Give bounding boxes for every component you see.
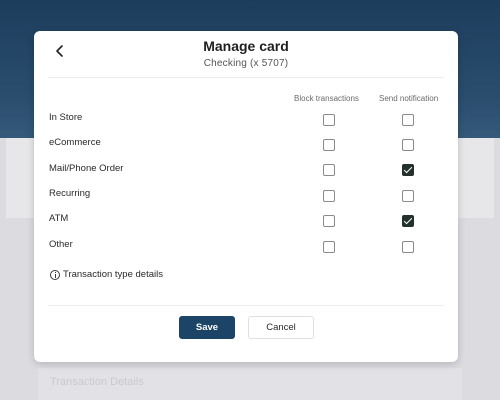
- block-checkbox-in-store[interactable]: [323, 114, 335, 126]
- notify-checkbox-ecommerce[interactable]: [402, 139, 414, 151]
- row-label-other: Other: [49, 239, 73, 250]
- row-label-recurring: Recurring: [49, 188, 91, 199]
- cancel-button[interactable]: Cancel: [248, 316, 314, 339]
- dialog-title: Manage card: [203, 38, 289, 54]
- save-button[interactable]: Save: [179, 316, 235, 339]
- column-header-block: Block transactions: [294, 94, 359, 103]
- footer-divider: [48, 305, 444, 306]
- notify-checkbox-other[interactable]: [402, 241, 414, 253]
- background-card: [6, 138, 36, 218]
- header-divider: [48, 77, 444, 78]
- block-checkbox-other[interactable]: [323, 241, 335, 253]
- background-card-text: Transaction Details: [50, 376, 144, 388]
- row-label-mail-phone-order: Mail/Phone Order: [49, 163, 124, 174]
- manage-card-dialog: Manage card Checking (x 5707) Block tran…: [34, 31, 458, 362]
- row-label-in-store: In Store: [49, 112, 83, 123]
- dialog-subtitle: Checking (x 5707): [203, 58, 289, 69]
- notify-checkbox-recurring[interactable]: [402, 190, 414, 202]
- background-card: Transaction Details: [38, 368, 462, 400]
- notify-checkbox-mail-phone-order[interactable]: [402, 164, 414, 176]
- background-card: [458, 138, 494, 218]
- block-checkbox-recurring[interactable]: [323, 190, 335, 202]
- row-label-ecommerce: eCommerce: [49, 137, 101, 148]
- block-checkbox-ecommerce[interactable]: [323, 139, 335, 151]
- column-header-notify: Send notification: [379, 94, 439, 103]
- notify-checkbox-atm[interactable]: [402, 215, 414, 227]
- block-checkbox-atm[interactable]: [323, 215, 335, 227]
- block-checkbox-mail-phone-order[interactable]: [323, 164, 335, 176]
- transaction-type-details-label: Transaction type details: [63, 269, 163, 280]
- notify-checkbox-in-store[interactable]: [402, 114, 414, 126]
- transaction-type-details-link[interactable]: Transaction type details: [50, 269, 163, 280]
- row-label-atm: ATM: [49, 213, 69, 224]
- info-icon: [50, 269, 60, 280]
